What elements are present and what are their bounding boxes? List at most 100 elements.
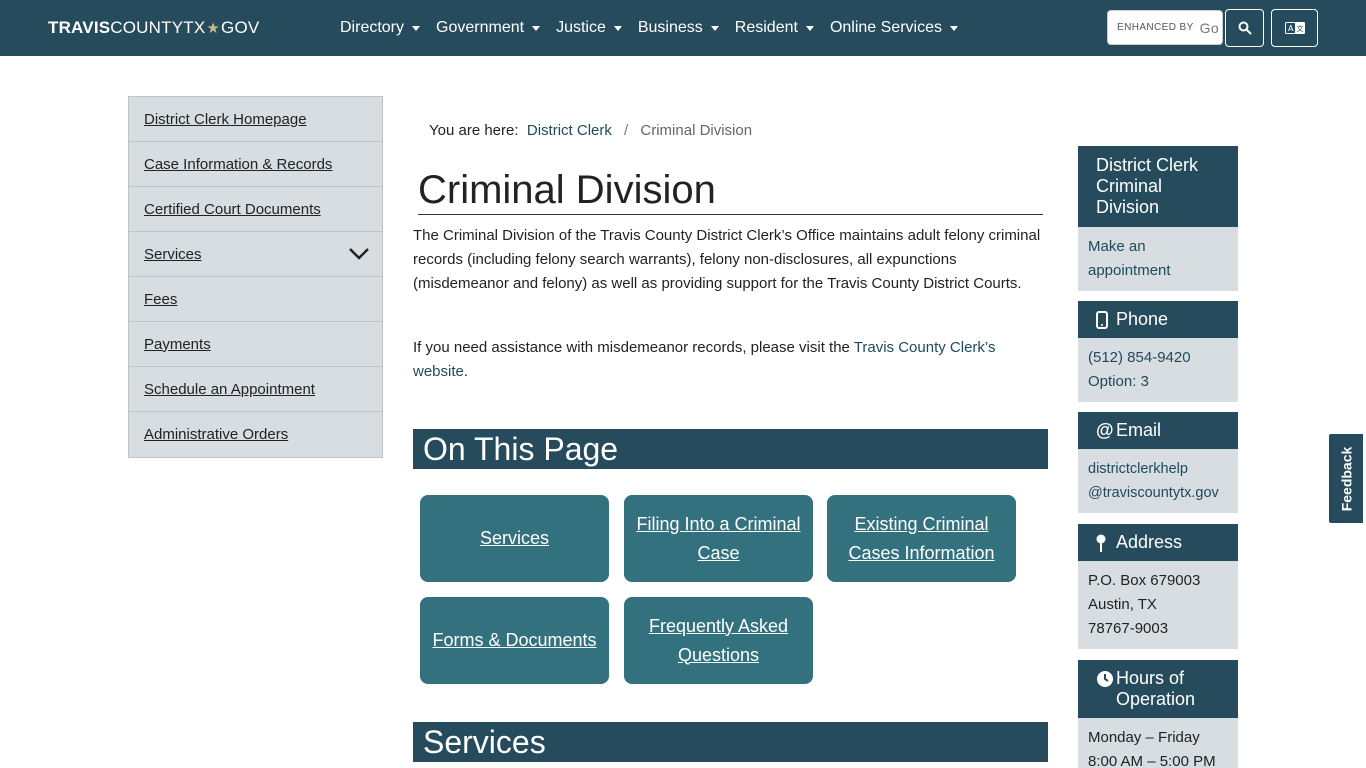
caret-down-icon — [532, 25, 541, 31]
at-icon: @ — [1096, 420, 1114, 440]
info-hours: Hours of Operation Monday – Friday 8:00 … — [1078, 660, 1238, 768]
sidebar-item-case-information[interactable]: Case Information & Records — [129, 142, 382, 187]
breadcrumb-link[interactable]: District Clerk — [527, 122, 612, 139]
nav-directory[interactable]: Directory — [332, 19, 428, 37]
sidebar-item-payments[interactable]: Payments — [129, 322, 382, 367]
info-email-label: Email — [1116, 420, 1162, 440]
misdemeanor-end: . — [463, 363, 469, 380]
sidebar-item-schedule[interactable]: Schedule an Appointment — [129, 367, 382, 412]
feedback-button[interactable]: Feedback — [1328, 433, 1364, 524]
nav-label: Directory — [340, 19, 405, 36]
phone-link[interactable]: (512) 854-9420 — [1088, 349, 1191, 366]
sidebar-item-certified-documents[interactable]: Certified Court Documents — [129, 187, 382, 232]
address-line-1: P.O. Box 679003 — [1088, 572, 1201, 589]
info-address-body: P.O. Box 679003 Austin, TX 78767-9003 — [1078, 561, 1238, 649]
clock-icon — [1096, 670, 1114, 688]
caret-down-icon — [613, 25, 622, 31]
sidebar-nav: District Clerk Homepage Case Information… — [128, 96, 383, 458]
svg-text:文: 文 — [1296, 24, 1303, 33]
nav-resident[interactable]: Resident — [727, 19, 822, 37]
sidebar-link[interactable]: Case Information & Records — [144, 156, 332, 173]
tile-services[interactable]: Services — [420, 495, 609, 582]
info-email-body: districtclerkhelp @traviscountytx.gov — [1078, 449, 1238, 513]
info-phone-head: Phone — [1078, 301, 1238, 338]
sidebar-link[interactable]: Schedule an Appointment — [144, 381, 315, 398]
search-brand: Go — [1199, 19, 1220, 36]
sidebar-link[interactable]: Services — [144, 246, 202, 263]
info-appointment: Make an appointment — [1078, 227, 1238, 291]
info-address-label: Address — [1116, 532, 1183, 552]
misdemeanor-text: If you need assistance with misdemeanor … — [413, 339, 854, 356]
nav-online-services[interactable]: Online Services — [822, 19, 966, 37]
info-phone-label: Phone — [1116, 309, 1169, 329]
site-logo[interactable]: TRAVISCOUNTYTX★GOV — [48, 18, 259, 38]
info-hours-body: Monday – Friday 8:00 AM – 5:00 PM — [1078, 718, 1238, 768]
caret-down-icon — [949, 25, 958, 31]
services-heading: Services — [413, 722, 1048, 762]
info-hours-head: Hours of Operation — [1078, 660, 1238, 718]
tile-existing-cases[interactable]: Existing Criminal Cases Information — [827, 495, 1016, 582]
breadcrumb-prefix: You are here: — [429, 122, 519, 139]
info-address: Address P.O. Box 679003 Austin, TX 78767… — [1078, 524, 1238, 649]
info-hours-label: Hours of Operation — [1116, 668, 1196, 709]
sidebar-item-admin-orders[interactable]: Administrative Orders — [129, 412, 382, 457]
search-icon — [1238, 21, 1252, 35]
tile-link[interactable]: Forms & Documents — [432, 626, 596, 655]
breadcrumb: You are here: District Clerk / Criminal … — [429, 122, 752, 139]
chevron-down-icon[interactable] — [348, 247, 370, 261]
info-phone-body: (512) 854-9420 Option: 3 — [1078, 338, 1238, 402]
search-button[interactable] — [1225, 9, 1264, 47]
email-link[interactable]: districtclerkhelp @traviscountytx.gov — [1088, 461, 1219, 501]
info-address-head: Address — [1078, 524, 1238, 561]
nav-label: Business — [637, 19, 703, 36]
phone-icon — [1096, 310, 1114, 329]
tile-link[interactable]: Frequently Asked Questions — [632, 612, 805, 670]
nav-label: Government — [436, 19, 525, 36]
tile-link[interactable]: Existing Criminal Cases Information — [835, 510, 1008, 568]
phone-option-link[interactable]: Option: 3 — [1088, 373, 1149, 390]
translate-button[interactable]: A文 — [1271, 9, 1318, 47]
tile-faq[interactable]: Frequently Asked Questions — [624, 597, 813, 684]
logo-tld: GOV — [221, 18, 260, 37]
feedback-label: Feedback — [1338, 446, 1354, 511]
intro-paragraph: The Criminal Division of the Travis Coun… — [413, 227, 1041, 292]
breadcrumb-separator: / — [624, 122, 629, 139]
email-part-1: districtclerkhelp — [1088, 461, 1188, 477]
info-phone: Phone (512) 854-9420 Option: 3 — [1078, 301, 1238, 402]
nav-label: Online Services — [829, 19, 942, 36]
misdemeanor-paragraph: If you need assistance with misdemeanor … — [413, 336, 1043, 384]
tile-filing-criminal-case[interactable]: Filing Into a Criminal Case — [624, 495, 813, 582]
sidebar-link[interactable]: Fees — [144, 291, 177, 308]
search-enhanced-label: ENHANCED BY — [1117, 22, 1194, 33]
page-title: Criminal Division — [418, 168, 1043, 215]
main-nav: Directory Government Justice Business Re… — [332, 0, 966, 56]
sidebar-link[interactable]: Administrative Orders — [144, 426, 288, 443]
nav-government[interactable]: Government — [428, 19, 548, 37]
info-email: @ Email districtclerkhelp @traviscountytx… — [1078, 412, 1238, 513]
sidebar-item-services[interactable]: Services — [129, 232, 382, 277]
logo-star: ★ — [206, 20, 221, 37]
on-this-page-heading: On This Page — [413, 429, 1048, 469]
nav-label: Resident — [734, 19, 798, 36]
sidebar-item-fees[interactable]: Fees — [129, 277, 382, 322]
nav-business[interactable]: Business — [630, 19, 727, 37]
caret-down-icon — [412, 25, 421, 31]
tile-link[interactable]: Services — [480, 524, 549, 553]
logo-text: COUNTYTX — [110, 18, 206, 37]
translate-icon: A文 — [1284, 22, 1305, 34]
search-input[interactable]: ENHANCED BY Go — [1107, 10, 1223, 45]
info-division: District Clerk Criminal Division Make an… — [1078, 146, 1238, 291]
sidebar-link[interactable]: Payments — [144, 336, 211, 353]
svg-text:A: A — [1288, 24, 1294, 33]
address-line-3: 78767-9003 — [1088, 620, 1169, 637]
breadcrumb-current: Criminal Division — [640, 122, 753, 139]
hours-days: Monday – Friday — [1088, 729, 1200, 746]
tile-forms-documents[interactable]: Forms & Documents — [420, 597, 609, 684]
sidebar-link[interactable]: Certified Court Documents — [144, 201, 321, 218]
map-pin-icon — [1096, 534, 1114, 552]
sidebar-link[interactable]: District Clerk Homepage — [144, 111, 307, 128]
nav-justice[interactable]: Justice — [548, 19, 630, 37]
tile-link[interactable]: Filing Into a Criminal Case — [632, 510, 805, 568]
appointment-link[interactable]: Make an appointment — [1088, 238, 1171, 279]
sidebar-item-homepage[interactable]: District Clerk Homepage — [129, 97, 382, 142]
